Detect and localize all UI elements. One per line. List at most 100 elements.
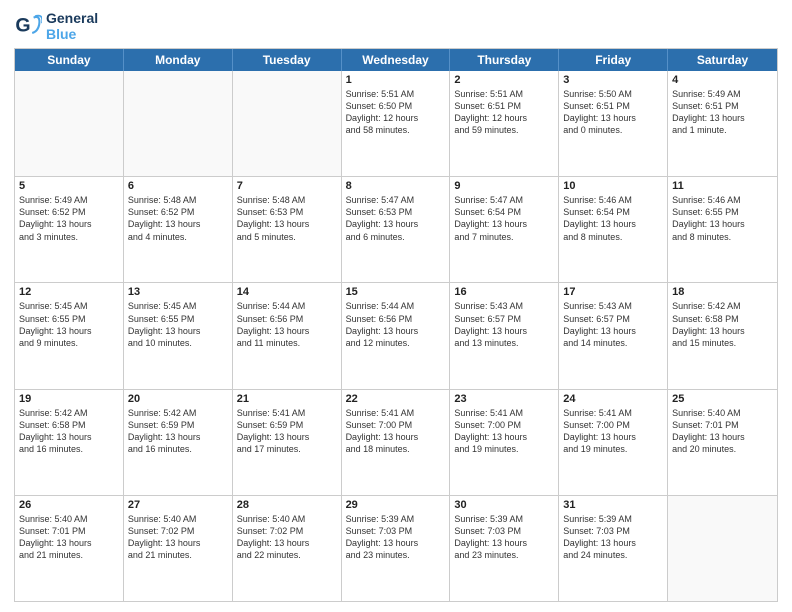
day-header-wednesday: Wednesday: [342, 49, 451, 71]
cal-cell: 2Sunrise: 5:51 AMSunset: 6:51 PMDaylight…: [450, 71, 559, 176]
cal-cell: 31 Sunrise: 5:39 AMSunset: 7:03 PMDayligh…: [559, 496, 668, 601]
cell-info: Sunrise: 5:50 AMSunset: 6:51 PMDaylight:…: [563, 88, 663, 137]
cell-info: Sunrise: 5:41 AMSunset: 6:59 PMDaylight:…: [237, 407, 337, 456]
day-number: 1: [346, 74, 446, 86]
cell-info: Sunrise: 5:44 AMSunset: 6:56 PMDaylight:…: [346, 300, 446, 349]
cal-cell: 30Sunrise: 5:39 AMSunset: 7:03 PMDayligh…: [450, 496, 559, 601]
day-number: 13: [128, 286, 228, 298]
day-number: 29: [346, 499, 446, 511]
svg-text:G: G: [15, 15, 30, 37]
day-number: 10: [563, 180, 663, 192]
day-number: 26: [19, 499, 119, 511]
cal-cell: 10 Sunrise: 5:46 AMSunset: 6:54 PMDayligh…: [559, 177, 668, 282]
calendar-body: 1 Sunrise: 5:51 AMSunset: 6:50 PMDaylight…: [15, 71, 777, 601]
logo-icon: G: [14, 12, 42, 40]
cell-info: Sunrise: 5:39 AMSunset: 7:03 PMDaylight:…: [454, 513, 554, 562]
day-number: 7: [237, 180, 337, 192]
cal-cell: 7Sunrise: 5:48 AMSunset: 6:53 PMDaylight…: [233, 177, 342, 282]
day-number: 16: [454, 286, 554, 298]
day-number: 3: [563, 74, 663, 86]
cal-cell: 8 Sunrise: 5:47 AMSunset: 6:53 PMDaylight…: [342, 177, 451, 282]
week-row-4: 19Sunrise: 5:42 AMSunset: 6:58 PMDayligh…: [15, 390, 777, 496]
day-number: 23: [454, 393, 554, 405]
cal-cell: [233, 71, 342, 176]
day-number: 21: [237, 393, 337, 405]
day-number: 12: [19, 286, 119, 298]
cal-cell: 14 Sunrise: 5:44 AMSunset: 6:56 PMDayligh…: [233, 283, 342, 388]
cell-info: Sunrise: 5:41 AMSunset: 7:00 PMDaylight:…: [454, 407, 554, 456]
cal-cell: 18 Sunrise: 5:42 AMSunset: 6:58 PMDayligh…: [668, 283, 777, 388]
cell-info: Sunrise: 5:40 AMSunset: 7:01 PMDaylight:…: [672, 407, 773, 456]
cal-cell: [668, 496, 777, 601]
cal-cell: 25 Sunrise: 5:40 AMSunset: 7:01 PMDayligh…: [668, 390, 777, 495]
day-number: 5: [19, 180, 119, 192]
cell-info: Sunrise: 5:42 AMSunset: 6:58 PMDaylight:…: [19, 407, 119, 456]
cal-cell: 24Sunrise: 5:41 AMSunset: 7:00 PMDayligh…: [559, 390, 668, 495]
cell-info: Sunrise: 5:48 AMSunset: 6:52 PMDaylight:…: [128, 194, 228, 243]
day-number: 4: [672, 74, 773, 86]
calendar: SundayMondayTuesdayWednesdayThursdayFrid…: [14, 48, 778, 602]
week-row-1: 1 Sunrise: 5:51 AMSunset: 6:50 PMDaylight…: [15, 71, 777, 177]
day-header-tuesday: Tuesday: [233, 49, 342, 71]
cal-cell: [124, 71, 233, 176]
day-number: 14: [237, 286, 337, 298]
cell-info: Sunrise: 5:43 AMSunset: 6:57 PMDaylight:…: [563, 300, 663, 349]
day-header-saturday: Saturday: [668, 49, 777, 71]
cal-cell: 9 Sunrise: 5:47 AMSunset: 6:54 PMDaylight…: [450, 177, 559, 282]
day-number: 31: [563, 499, 663, 511]
cell-info: Sunrise: 5:47 AMSunset: 6:54 PMDaylight:…: [454, 194, 554, 243]
cell-info: Sunrise: 5:51 AMSunset: 6:51 PMDaylight:…: [454, 88, 554, 137]
cal-cell: 13 Sunrise: 5:45 AMSunset: 6:55 PMDayligh…: [124, 283, 233, 388]
cell-info: Sunrise: 5:45 AMSunset: 6:55 PMDaylight:…: [128, 300, 228, 349]
day-number: 24: [563, 393, 663, 405]
day-number: 9: [454, 180, 554, 192]
cell-info: Sunrise: 5:46 AMSunset: 6:55 PMDaylight:…: [672, 194, 773, 243]
day-number: 22: [346, 393, 446, 405]
day-number: 8: [346, 180, 446, 192]
cal-cell: 19Sunrise: 5:42 AMSunset: 6:58 PMDayligh…: [15, 390, 124, 495]
cal-cell: 26Sunrise: 5:40 AMSunset: 7:01 PMDayligh…: [15, 496, 124, 601]
day-header-sunday: Sunday: [15, 49, 124, 71]
cal-cell: 22 Sunrise: 5:41 AMSunset: 7:00 PMDayligh…: [342, 390, 451, 495]
cell-info: Sunrise: 5:46 AMSunset: 6:54 PMDaylight:…: [563, 194, 663, 243]
cell-info: Sunrise: 5:39 AMSunset: 7:03 PMDaylight:…: [563, 513, 663, 562]
day-number: 20: [128, 393, 228, 405]
day-number: 15: [346, 286, 446, 298]
logo: G General Blue: [14, 10, 98, 42]
cal-cell: 6 Sunrise: 5:48 AMSunset: 6:52 PMDaylight…: [124, 177, 233, 282]
cell-info: Sunrise: 5:40 AMSunset: 7:02 PMDaylight:…: [128, 513, 228, 562]
day-number: 27: [128, 499, 228, 511]
day-number: 25: [672, 393, 773, 405]
cal-cell: 21 Sunrise: 5:41 AMSunset: 6:59 PMDayligh…: [233, 390, 342, 495]
cell-info: Sunrise: 5:51 AMSunset: 6:50 PMDaylight:…: [346, 88, 446, 137]
cal-cell: [15, 71, 124, 176]
cell-info: Sunrise: 5:39 AMSunset: 7:03 PMDaylight:…: [346, 513, 446, 562]
day-header-monday: Monday: [124, 49, 233, 71]
day-number: 11: [672, 180, 773, 192]
cal-cell: 4Sunrise: 5:49 AMSunset: 6:51 PMDaylight…: [668, 71, 777, 176]
cell-info: Sunrise: 5:40 AMSunset: 7:02 PMDaylight:…: [237, 513, 337, 562]
cal-cell: 23 Sunrise: 5:41 AMSunset: 7:00 PMDayligh…: [450, 390, 559, 495]
cell-info: Sunrise: 5:42 AMSunset: 6:59 PMDaylight:…: [128, 407, 228, 456]
cell-info: Sunrise: 5:49 AMSunset: 6:52 PMDaylight:…: [19, 194, 119, 243]
cal-cell: 12Sunrise: 5:45 AMSunset: 6:55 PMDayligh…: [15, 283, 124, 388]
day-header-friday: Friday: [559, 49, 668, 71]
cell-info: Sunrise: 5:41 AMSunset: 7:00 PMDaylight:…: [346, 407, 446, 456]
day-number: 18: [672, 286, 773, 298]
header: G General Blue: [14, 10, 778, 42]
day-number: 6: [128, 180, 228, 192]
cell-info: Sunrise: 5:44 AMSunset: 6:56 PMDaylight:…: [237, 300, 337, 349]
cal-cell: 3 Sunrise: 5:50 AMSunset: 6:51 PMDaylight…: [559, 71, 668, 176]
cal-cell: 5 Sunrise: 5:49 AMSunset: 6:52 PMDaylight…: [15, 177, 124, 282]
cal-cell: 28 Sunrise: 5:40 AMSunset: 7:02 PMDayligh…: [233, 496, 342, 601]
cal-cell: 11 Sunrise: 5:46 AMSunset: 6:55 PMDayligh…: [668, 177, 777, 282]
calendar-header: SundayMondayTuesdayWednesdayThursdayFrid…: [15, 49, 777, 71]
cal-cell: 16Sunrise: 5:43 AMSunset: 6:57 PMDayligh…: [450, 283, 559, 388]
day-number: 17: [563, 286, 663, 298]
cal-cell: 1 Sunrise: 5:51 AMSunset: 6:50 PMDaylight…: [342, 71, 451, 176]
page: G General Blue SundayMondayTuesdayWednes…: [0, 0, 792, 612]
cell-info: Sunrise: 5:42 AMSunset: 6:58 PMDaylight:…: [672, 300, 773, 349]
day-number: 28: [237, 499, 337, 511]
cal-cell: 27 Sunrise: 5:40 AMSunset: 7:02 PMDayligh…: [124, 496, 233, 601]
cell-info: Sunrise: 5:47 AMSunset: 6:53 PMDaylight:…: [346, 194, 446, 243]
